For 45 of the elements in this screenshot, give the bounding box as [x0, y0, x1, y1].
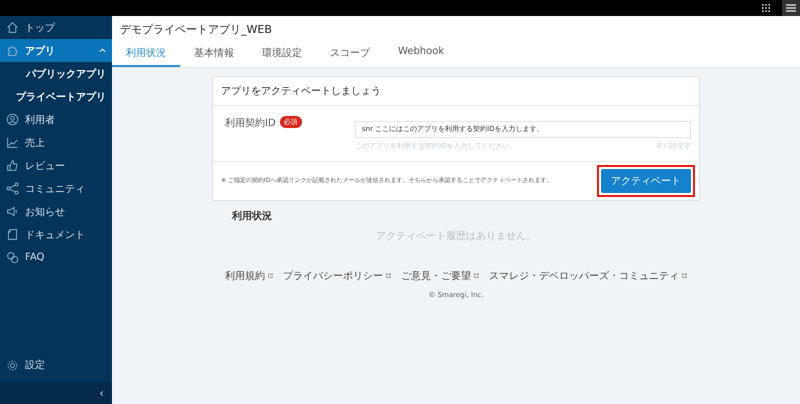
sidebar-item[interactable]: お知らせ	[0, 200, 112, 223]
collapse-button[interactable]: ‹	[0, 382, 112, 404]
menu-button[interactable]	[782, 0, 800, 16]
grid-icon[interactable]	[762, 4, 770, 12]
external-link-icon	[474, 273, 479, 278]
sidebar-item[interactable]: 利用者	[0, 108, 112, 131]
chart-icon	[6, 136, 19, 149]
footer-link[interactable]: ご意見・ご要望	[401, 268, 471, 282]
sidebar-item[interactable]: FAQ	[0, 246, 112, 269]
sidebar-item[interactable]: 売上	[0, 131, 112, 154]
field-label: 利用契約ID	[225, 116, 276, 130]
card-title: アプリをアクティベートしましょう	[213, 77, 699, 106]
page-title: デモプライベートアプリ_WEB	[119, 22, 273, 38]
menu-icon	[786, 3, 796, 13]
external-link-icon	[682, 273, 687, 278]
share-icon	[6, 182, 19, 195]
footer-link[interactable]: 利用規約	[225, 268, 265, 282]
sidebar-item[interactable]: ドキュメント	[0, 223, 112, 246]
tab[interactable]: 基本情報	[180, 42, 248, 67]
tab[interactable]: 環境設定	[248, 42, 316, 67]
puzzle-icon	[6, 44, 19, 57]
tab[interactable]: Webhook	[384, 42, 458, 67]
sidebar-subitem[interactable]: プライベートアプリ	[0, 85, 112, 108]
empty-message: アクティベート履歴はありません。	[376, 230, 536, 242]
activate-button[interactable]: アクティベート	[601, 168, 691, 192]
section-heading: 利用状況	[232, 210, 272, 222]
footer-link[interactable]: プライバシーポリシー	[283, 268, 383, 282]
external-link-icon	[386, 273, 391, 278]
doc-icon	[6, 228, 19, 241]
tab[interactable]: 利用状況	[112, 42, 180, 67]
tab[interactable]: スコープ	[316, 42, 384, 67]
sidebar-item[interactable]: レビュー	[0, 154, 112, 177]
external-link-icon	[268, 273, 273, 278]
thumb-icon	[6, 159, 19, 172]
user-icon	[6, 113, 19, 126]
home-icon	[6, 21, 19, 34]
chat-icon	[6, 251, 19, 264]
footer-link[interactable]: スマレジ・デベロッパーズ・コミュニティ	[489, 268, 679, 282]
megaphone-icon	[6, 205, 19, 218]
sidebar-subitem[interactable]: パブリックアプリ	[0, 62, 112, 85]
sidebar-item[interactable]: トップ	[0, 16, 112, 39]
sidebar-item[interactable]: アプリ	[0, 39, 112, 62]
settings-item[interactable]: 設定	[0, 352, 112, 378]
settings-icon	[6, 358, 19, 372]
sidebar-item[interactable]: コミュニティ	[0, 177, 112, 200]
